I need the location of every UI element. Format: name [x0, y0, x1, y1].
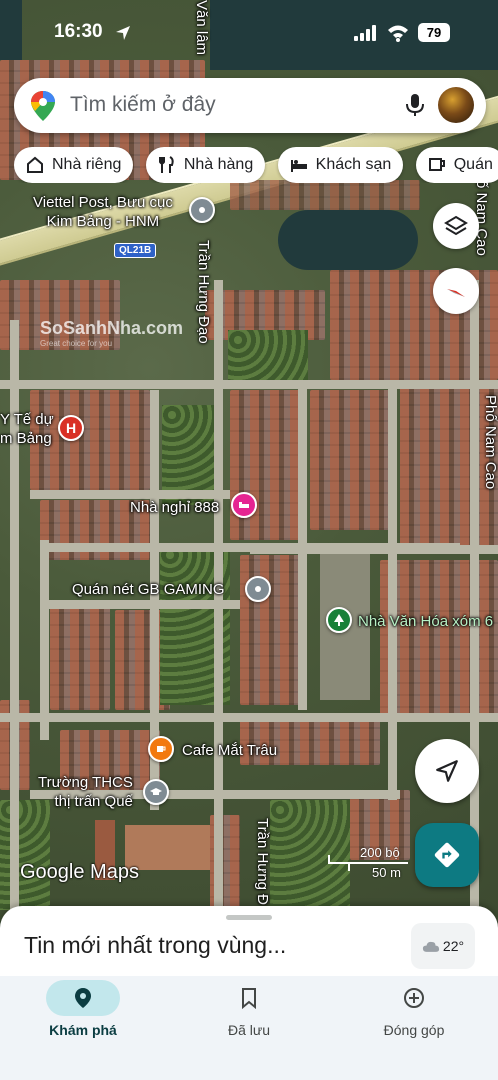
- cafe-pin[interactable]: [148, 736, 174, 762]
- weather-badge[interactable]: 22°: [411, 923, 475, 969]
- sheet-title: Tin mới nhất trong vùng...: [24, 932, 287, 958]
- google-maps-attribution: Google Maps: [20, 861, 139, 883]
- chip-label: Khách sạn: [315, 156, 392, 173]
- nav-label: Đóng góp: [383, 1022, 445, 1038]
- gaming-pin[interactable]: [245, 576, 271, 602]
- microphone-icon[interactable]: [402, 92, 428, 118]
- map-scale: 200 bộ 50 m: [320, 843, 410, 883]
- compass-button[interactable]: [433, 268, 479, 314]
- navigation-arrow-icon: [436, 760, 458, 782]
- watermark-sub: Great choice for you: [40, 339, 113, 348]
- bookmark-icon: [242, 988, 256, 1009]
- bottom-navigation: Khám phá Đã lưu Đóng góp: [0, 976, 498, 1080]
- park-pin[interactable]: [326, 607, 352, 633]
- watermark-title: SoSanhNha.com: [40, 318, 184, 338]
- scale-metric: 50 m: [372, 865, 401, 880]
- graduation-cap-icon: [150, 788, 162, 795]
- dot-icon: [199, 207, 205, 213]
- street-label-pho-nam-cao: Phố Nam Cao: [482, 395, 498, 490]
- street-label-tran-hung-dao: Trần Hưng Đạo: [195, 240, 212, 344]
- cellular-signal-icon: [354, 25, 376, 41]
- google-maps-logo-icon: [31, 91, 55, 121]
- hotel-icon: [290, 160, 307, 172]
- location-pin-icon: [75, 988, 91, 1008]
- nav-label: Khám phá: [49, 1022, 117, 1038]
- search-bar[interactable]: Tìm kiếm ở đây: [14, 78, 486, 133]
- coffee-icon: [428, 158, 445, 171]
- hotel-pin[interactable]: [231, 492, 257, 518]
- chip-cafe[interactable]: Quán: [415, 147, 498, 183]
- tree-icon: [334, 614, 344, 626]
- wifi-icon: [388, 25, 408, 42]
- chip-hotel[interactable]: Khách sạn: [277, 147, 404, 183]
- layers-icon: [444, 215, 468, 236]
- avatar[interactable]: [438, 87, 474, 123]
- battery-indicator: 79: [418, 23, 450, 42]
- category-chips: Nhà riêng Nhà hàng Khách sạn Quán: [14, 147, 498, 183]
- nav-label: Đã lưu: [227, 1022, 271, 1038]
- scale-imperial: 200 bộ: [360, 845, 400, 860]
- chip-restaurant[interactable]: Nhà hàng: [145, 147, 266, 183]
- chip-home[interactable]: Nhà riêng: [14, 147, 134, 183]
- poi-label-cafe[interactable]: Cafe Mắt Trâu: [182, 741, 277, 760]
- search-input[interactable]: Tìm kiếm ở đây: [70, 93, 216, 117]
- status-time: 16:30: [54, 21, 103, 42]
- hospital-pin[interactable]: H: [58, 415, 84, 441]
- school-pin[interactable]: [143, 779, 169, 805]
- location-arrow-icon: [116, 26, 130, 40]
- nav-contribute[interactable]: Đóng góp: [344, 980, 484, 1038]
- poi-label-culture-house[interactable]: Nhà Văn Hóa xóm 6: [358, 612, 493, 631]
- compass-icon: [447, 289, 465, 297]
- street-label-tran-hung-dao-2: Trần Hưng Đ: [254, 818, 271, 906]
- chip-label: Nhà hàng: [183, 156, 254, 173]
- poi-label-post-office[interactable]: Viettel Post, Bưu cục Kim Bảng - HNM: [33, 193, 173, 231]
- sheet-handle[interactable]: [226, 915, 272, 920]
- status-bar: 16:30 79: [0, 18, 498, 48]
- post-office-pin[interactable]: [189, 197, 215, 223]
- home-icon: [27, 156, 43, 173]
- poi-label-school[interactable]: Trường THCS thị trấn Quế: [38, 773, 133, 811]
- poi-label-guesthouse[interactable]: Nhà nghỉ 888: [130, 498, 219, 517]
- directions-icon: [434, 842, 460, 868]
- route-badge: QL21B: [114, 243, 157, 258]
- chip-label: Nhà riêng: [52, 156, 122, 173]
- cloud-icon: [422, 941, 440, 952]
- dot-icon: [255, 586, 261, 592]
- layers-button[interactable]: [433, 203, 479, 249]
- nav-saved[interactable]: Đã lưu: [179, 980, 319, 1038]
- poi-label-health[interactable]: Y Tế dự m Bảng: [0, 410, 54, 448]
- my-location-button[interactable]: [415, 739, 479, 803]
- bed-icon: [239, 502, 249, 508]
- add-circle-icon: [404, 988, 424, 1008]
- watermark: SoSanhNha.com Great choice for you: [40, 318, 183, 348]
- poi-label-gaming[interactable]: Quán nét GB GAMING: [72, 580, 225, 599]
- restaurant-icon: [158, 156, 174, 173]
- nav-explore[interactable]: Khám phá: [13, 980, 153, 1038]
- hospital-icon: H: [65, 420, 77, 436]
- temperature: 22°: [442, 938, 465, 954]
- directions-button[interactable]: [415, 823, 479, 887]
- chip-label: Quán: [453, 156, 493, 173]
- coffee-icon: [157, 746, 166, 752]
